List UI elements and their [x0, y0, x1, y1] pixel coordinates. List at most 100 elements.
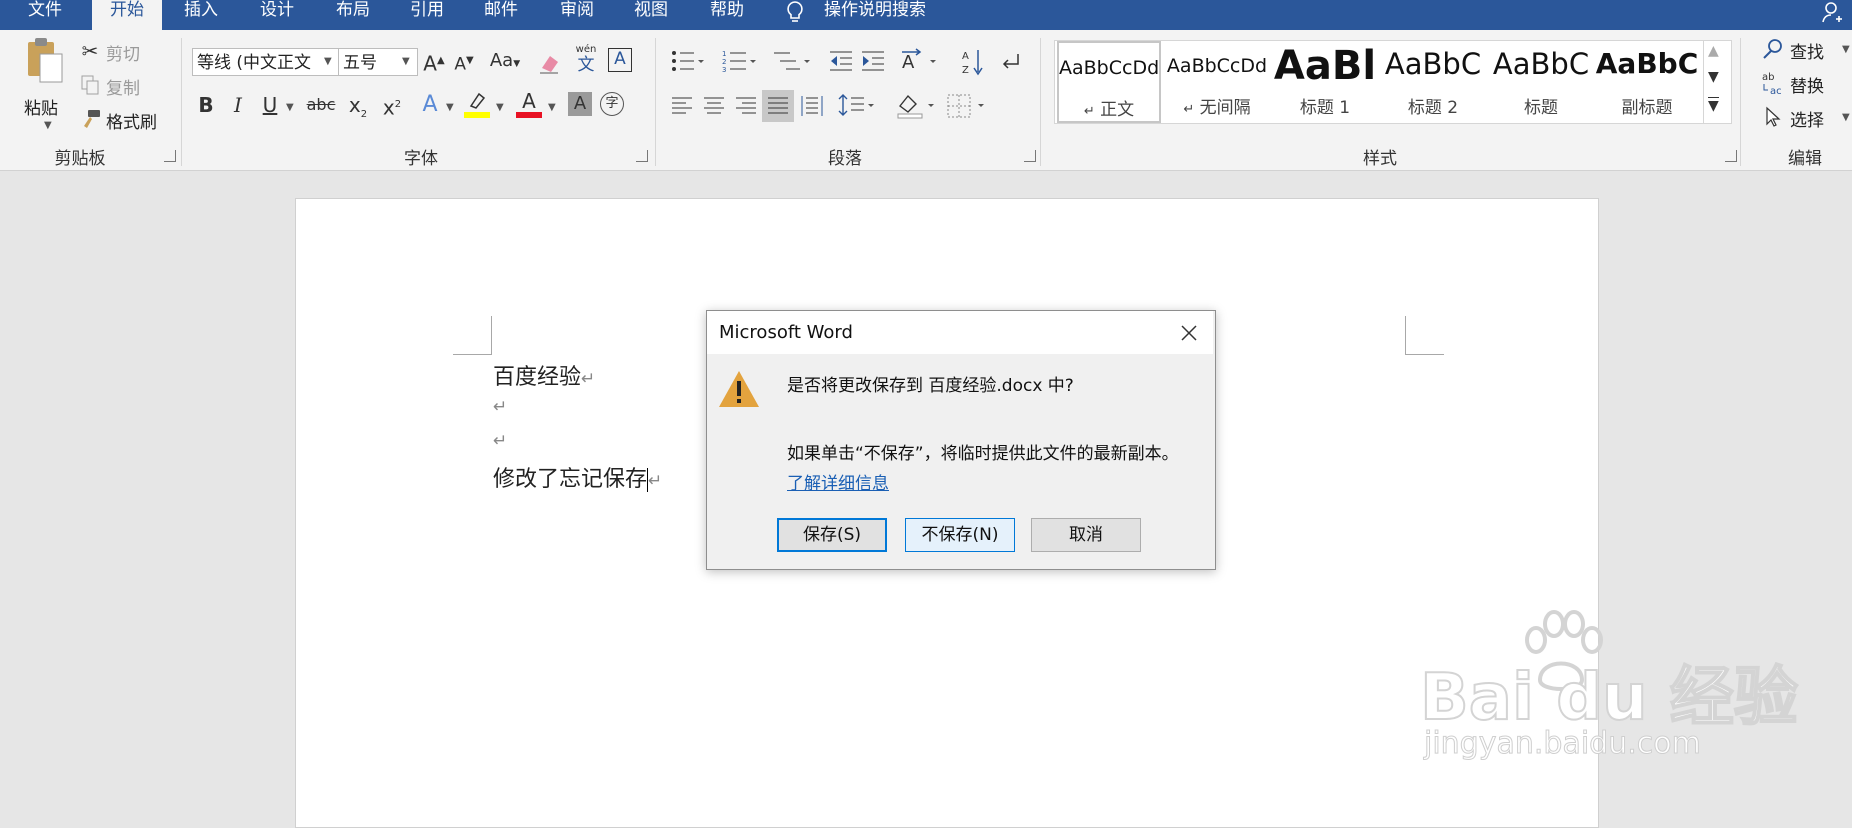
line-spacing-icon[interactable]	[838, 92, 876, 120]
clipboard-dialog-launcher[interactable]	[164, 150, 176, 162]
dont-save-button[interactable]: 不保存(N)	[905, 518, 1015, 552]
tab-design[interactable]: 设计	[242, 0, 312, 30]
asian-layout-icon[interactable]: A	[900, 48, 940, 74]
borders-icon[interactable]	[946, 92, 986, 120]
grow-font-button[interactable]: A▲	[422, 48, 446, 77]
text-effects-button[interactable]: A	[418, 92, 442, 118]
watermark-logo-text: Bai du 经验	[1419, 660, 1799, 736]
clipboard-group: 粘贴 ▼ ✂ 剪切 复制 格式刷 剪贴板	[0, 30, 180, 170]
share-user-icon[interactable]	[1820, 0, 1844, 24]
paragraph-empty[interactable]: ↵	[493, 393, 507, 418]
justify-button[interactable]	[762, 90, 794, 122]
grow-font-icon: A	[423, 51, 437, 76]
justify-icon	[768, 97, 788, 114]
font-size-dropdown-icon[interactable]: ▼	[402, 56, 410, 67]
superscript-icon: x	[382, 95, 395, 120]
highlight-button[interactable]	[464, 90, 490, 120]
style-no-spacing[interactable]: AaBbCcDd ↵ 无间隔	[1165, 41, 1269, 123]
bold-button[interactable]: B	[194, 92, 218, 118]
strikethrough-button[interactable]: abc	[304, 92, 338, 118]
multilevel-list-icon[interactable]	[772, 48, 810, 74]
tab-file[interactable]: 文件	[0, 0, 90, 30]
enclose-characters-button[interactable]: 字	[600, 92, 624, 116]
style-heading-1[interactable]: AaBl 标题 1	[1273, 41, 1377, 123]
align-left-icon[interactable]	[670, 94, 694, 118]
sort-icon[interactable]: AZ	[960, 48, 986, 76]
styles-group-label: 样式	[1363, 149, 1397, 169]
clear-formatting-icon[interactable]	[536, 50, 562, 76]
font-color-button[interactable]: A	[516, 90, 542, 120]
style-subtitle[interactable]: AaBbC 副标题	[1595, 41, 1699, 123]
tab-help[interactable]: 帮助	[692, 0, 762, 30]
numbering-icon[interactable]: 123	[722, 48, 756, 74]
tab-mailings[interactable]: 邮件	[466, 0, 536, 30]
underline-dropdown-icon[interactable]: ▼	[286, 102, 294, 113]
styles-gallery: AaBbCcDd ↵ 正文 AaBbCcDd ↵ 无间隔 AaBl 标题 1 A…	[1054, 40, 1704, 124]
character-shading-icon: A	[573, 93, 587, 114]
align-center-icon[interactable]	[702, 94, 726, 118]
decrease-indent-icon[interactable]	[828, 48, 854, 74]
tab-home[interactable]: 开始	[92, 0, 162, 30]
cancel-button[interactable]: 取消	[1031, 518, 1141, 552]
close-icon[interactable]	[1179, 323, 1199, 343]
dialog-title-bar[interactable]: Microsoft Word	[707, 311, 1213, 354]
paste-icon	[28, 38, 63, 83]
style-heading-2[interactable]: AaBbC 标题 2	[1381, 41, 1485, 123]
style-sample: AaBbCcDd	[1059, 57, 1159, 79]
bullets-icon[interactable]	[670, 48, 704, 74]
subscript-button[interactable]: x2	[344, 92, 372, 128]
cursor-arrow-icon	[1766, 106, 1781, 127]
save-button[interactable]: 保存(S)	[777, 518, 887, 552]
style-sample: AaBl	[1273, 43, 1377, 89]
copy-label: 复制	[106, 79, 140, 99]
increase-indent-icon[interactable]	[860, 48, 886, 74]
paragraph-text: 修改了忘记保存	[493, 467, 648, 492]
text-effects-dropdown-icon[interactable]: ▼	[446, 102, 454, 113]
font-name-combo[interactable]: 等线 (中文正文	[192, 48, 342, 76]
font-size-value: 五号	[343, 53, 377, 73]
character-border-button[interactable]: A	[608, 48, 632, 72]
tab-layout[interactable]: 布局	[318, 0, 388, 30]
styles-more-icon[interactable]: ▼	[1708, 97, 1719, 114]
paste-button[interactable]: 粘贴 ▼	[14, 36, 74, 136]
style-title[interactable]: AaBbC 标题	[1489, 41, 1593, 123]
styles-scroll-down-icon[interactable]: ▼	[1708, 69, 1719, 85]
superscript-button[interactable]: x2	[378, 92, 406, 121]
italic-button[interactable]: I	[226, 92, 250, 118]
paragraph-dialog-launcher[interactable]	[1024, 150, 1036, 162]
underline-button[interactable]: U	[258, 92, 282, 118]
para-mark-icon: ↵	[493, 431, 508, 451]
distributed-icon[interactable]	[800, 94, 824, 118]
change-case-button[interactable]: Aa▼	[486, 48, 524, 77]
shrink-font-icon: A	[454, 54, 466, 75]
select-label: 选择	[1790, 111, 1824, 131]
styles-scroll-up-icon[interactable]: ▲	[1708, 43, 1719, 59]
font-name-dropdown-icon[interactable]: ▼	[324, 56, 332, 67]
tab-view[interactable]: 视图	[616, 0, 686, 30]
character-shading-button[interactable]: A	[568, 92, 592, 116]
tab-insert[interactable]: 插入	[166, 0, 236, 30]
baidu-watermark: Bai du 经验 jingyan.baidu.com	[1419, 600, 1799, 770]
group-divider	[1740, 38, 1741, 166]
superscript-mark: 2	[394, 99, 402, 110]
highlight-dropdown-icon[interactable]: ▼	[496, 102, 504, 113]
phonetic-guide-button[interactable]: wén 文	[572, 44, 600, 76]
clipboard-group-label: 剪贴板	[54, 149, 106, 169]
font-dialog-launcher[interactable]	[636, 150, 648, 162]
align-right-icon[interactable]	[734, 94, 758, 118]
show-hide-marks-icon[interactable]	[998, 50, 1022, 74]
save-changes-dialog: Microsoft Word 是否将更改保存到 百度经验.docx 中? 如果单…	[706, 310, 1216, 570]
paragraph-title[interactable]: 百度经验↵	[493, 359, 595, 391]
shrink-font-button[interactable]: A▼	[452, 48, 476, 78]
tab-review[interactable]: 审阅	[542, 0, 612, 30]
paragraph-empty[interactable]: ↵	[493, 427, 507, 452]
style-name: 正文	[1100, 100, 1135, 120]
tab-references[interactable]: 引用	[392, 0, 462, 30]
font-color-dropdown-icon[interactable]: ▼	[548, 102, 556, 113]
shading-icon[interactable]	[896, 92, 936, 120]
learn-more-link[interactable]: 了解详细信息	[787, 469, 889, 494]
paragraph-body[interactable]: 修改了忘记保存↵	[493, 461, 662, 493]
editing-group-label: 编辑	[1788, 149, 1822, 169]
style-normal[interactable]: AaBbCcDd ↵ 正文	[1057, 41, 1161, 123]
styles-dialog-launcher[interactable]	[1725, 150, 1737, 162]
